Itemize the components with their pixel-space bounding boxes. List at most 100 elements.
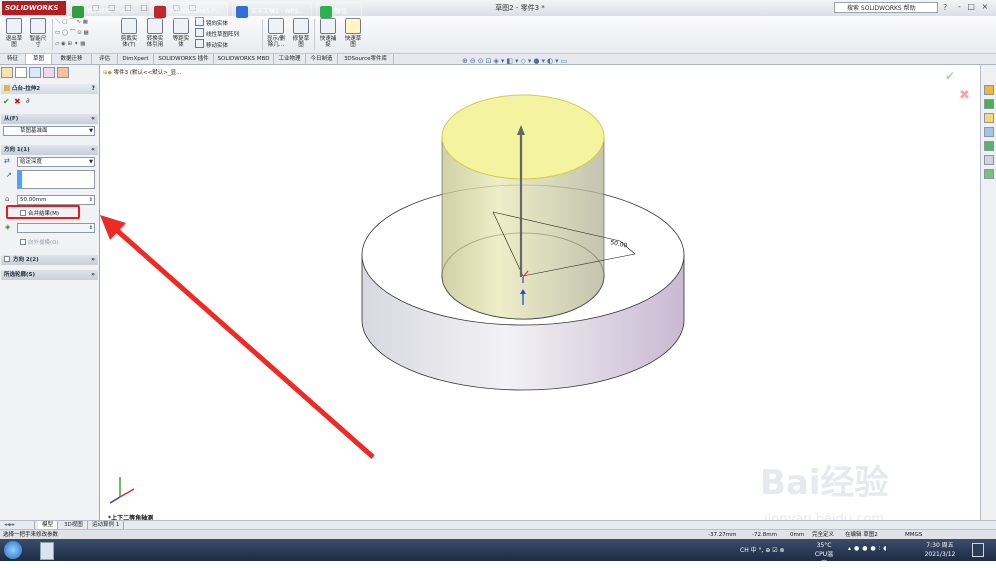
selected-contours-section-header[interactable]: 所选轮廓(S) » <box>1 270 98 280</box>
linear-pattern-label: 线性草图阵列 <box>206 32 240 38</box>
cancel-x-icon[interactable]: ✖ <box>14 97 21 106</box>
tab-data-migration[interactable]: 数据迁移 <box>52 54 92 64</box>
appearances-icon[interactable] <box>984 141 994 151</box>
linear-pattern-icon <box>195 28 204 37</box>
task-pane <box>980 65 996 520</box>
taskbar-app-browser[interactable]: 我的经验_个人中... <box>68 2 146 20</box>
tab-solidworks-mbd[interactable]: SOLIDWORKS MBD <box>214 54 274 64</box>
taskbar-app-wechat[interactable]: 微信 <box>316 2 362 20</box>
trim-entities-button[interactable]: 剪裁实 体(T) <box>118 18 140 50</box>
tab-industrial-physics[interactable]: 工业物理 <box>274 54 306 64</box>
browser-app-icon <box>72 6 84 18</box>
wechat-app-label: 微信 <box>335 8 348 15</box>
file-explorer-icon[interactable] <box>984 113 994 123</box>
direction2-checkbox[interactable] <box>4 256 10 262</box>
ok-check-icon[interactable]: ✔ <box>3 97 10 106</box>
taskbar-app-wps[interactable]: 文字文稿1 - WPS... <box>232 2 312 20</box>
annotation-arrow <box>110 224 375 459</box>
pinned-app-icon[interactable] <box>40 542 54 560</box>
relations-icon <box>268 18 284 34</box>
repair-label: 修复草 图 <box>292 36 310 48</box>
confirm-cancel-icon[interactable]: ✖ <box>959 88 970 103</box>
rapid-sketch-label: 快速草 图 <box>344 36 362 48</box>
design-library-icon[interactable] <box>984 99 994 109</box>
ribbon-divider <box>52 19 53 50</box>
direction-of-extrusion-field[interactable] <box>17 170 95 189</box>
depth-input[interactable]: 50.00mm ⇕ <box>17 195 95 205</box>
tab-3dsource-library[interactable]: 3DSource零件库 <box>338 54 394 64</box>
linear-pattern-button[interactable]: 线性草图阵列 <box>195 28 239 38</box>
spin-stepper-icon[interactable]: ⇕ <box>89 196 93 205</box>
convert-icon <box>147 18 163 34</box>
tab-today-manufacturing[interactable]: 今日制造 <box>306 54 338 64</box>
offset-entities-button[interactable]: 等距实 体 <box>170 18 192 50</box>
smart-dimension-button[interactable]: 智能尺 寸 <box>27 18 49 50</box>
tray-status-icons[interactable]: ▴●●●⫶◖ <box>848 545 889 553</box>
reverse-direction-icon[interactable]: ⇄ <box>4 157 10 165</box>
collapse-chevron-icon: « <box>91 115 95 122</box>
repair-sketch-button[interactable]: 修复草 图 <box>290 18 312 50</box>
view-palette-icon[interactable] <box>984 127 994 137</box>
from-section-header[interactable]: 从(F) « <box>1 114 98 124</box>
end-condition-select[interactable]: 给定深度 ▼ <box>17 157 95 167</box>
direction1-section-header[interactable]: 方向 1(1) « <box>1 145 98 155</box>
sketch-entity-tools-row2[interactable]: ▭ ◯ ⌒ ⊙ ▦ <box>55 28 115 38</box>
direction2-section-header[interactable]: 方向 2(2) » <box>1 255 98 265</box>
forum-icon[interactable] <box>984 169 994 179</box>
exit-sketch-button[interactable]: 退出草 图 <box>3 18 25 50</box>
tab-evaluate[interactable]: 评估 <box>92 54 118 64</box>
dimxpert-manager-tab-icon[interactable] <box>43 67 55 78</box>
feature-tree-flyout[interactable]: ⊞◆ 零件3 (默认<<默认>_显... <box>103 68 181 76</box>
tree-flyout-label: 零件3 (默认<<默认>_显... <box>113 70 182 76</box>
windows-taskbar <box>0 539 996 561</box>
show-desktop-icon[interactable] <box>972 543 984 557</box>
from-start-select[interactable]: 草图基准面 ▼ <box>3 126 95 136</box>
custom-properties-icon[interactable] <box>984 155 994 165</box>
selected-contours-header-label: 所选轮廓(S) <box>4 272 35 278</box>
expand-chevron-icon: » <box>91 271 95 278</box>
tab-solidworks-addins[interactable]: SOLIDWORKS 插件 <box>154 54 214 64</box>
exit-sketch-label: 退出草 图 <box>5 36 23 48</box>
tab-features[interactable]: 特征 <box>0 54 26 64</box>
system-tray[interactable]: CH 中 °, ⊕ ☑ ⊗ <box>740 545 785 554</box>
wps-app-label: 文字文稿1 - WPS... <box>251 8 304 15</box>
help-search-input[interactable]: 搜索 SOLIDWORKS 帮助 <box>834 2 938 13</box>
expand-chevron-icon: » <box>91 256 95 263</box>
cpu-temp-value: 35°C <box>816 542 832 549</box>
help-icon[interactable]: ? <box>92 84 95 94</box>
solidworks-resources-icon[interactable] <box>984 85 994 95</box>
rapid-sketch-button[interactable]: 快速草 图 <box>342 18 364 50</box>
display-manager-tab-icon[interactable] <box>57 67 69 78</box>
draft-icon[interactable]: ◈ <box>5 223 10 231</box>
tab-dimxpert[interactable]: DimXpert <box>118 54 154 64</box>
taskbar-clock[interactable]: 7:30 周五 2021/3/12 <box>918 541 962 559</box>
taskbar-app-solidworks[interactable]: SOLIDWORKS P... <box>150 2 228 20</box>
start-button-icon[interactable] <box>4 541 22 559</box>
manager-tabs <box>1 67 98 79</box>
confirm-ok-icon[interactable]: ✔ <box>945 69 955 83</box>
solidworks-logo[interactable]: SOLIDWORKS <box>2 1 66 15</box>
configuration-manager-tab-icon[interactable] <box>29 67 41 78</box>
window-controls[interactable]: - □ × <box>958 2 994 14</box>
browser-app-label: 我的经验_个人中... <box>87 8 138 15</box>
detailed-preview-icon[interactable]: ∂ <box>26 97 30 105</box>
draft-angle-input[interactable]: ⇕ <box>17 223 95 233</box>
spin-stepper-icon[interactable]: ⇕ <box>89 224 93 233</box>
convert-entities-button[interactable]: 转换实 体引用 <box>144 18 166 50</box>
chevron-down-icon: ▼ <box>89 159 93 165</box>
move-entities-button[interactable]: 移动实体 <box>195 39 228 49</box>
feature-manager-tab-icon[interactable] <box>1 67 13 78</box>
sketch-entity-tools-row3[interactable]: ▱ ◉ ⊞ ✦ ▦ <box>55 39 115 49</box>
help-question-icon[interactable]: ? <box>943 3 947 12</box>
graphics-area[interactable]: 50.00 ✔ ✖ <box>100 65 980 520</box>
ribbon-divider <box>314 19 315 50</box>
cpu-temperature: 35°C CPU温度 <box>812 541 836 568</box>
model-view-svg: 50.00 ✔ ✖ <box>100 69 970 504</box>
display-delete-relations-button[interactable]: 显示/删 除几... <box>265 18 287 50</box>
tab-sketch[interactable]: 草图 <box>26 54 52 64</box>
quick-snaps-button[interactable]: 快速捕 捉 <box>317 18 339 50</box>
draft-outward-checkbox[interactable] <box>20 239 26 245</box>
clock-date: 2021/3/12 <box>924 551 956 558</box>
boss-extrude-icon <box>4 85 10 91</box>
property-manager-tab-icon[interactable] <box>15 67 27 78</box>
